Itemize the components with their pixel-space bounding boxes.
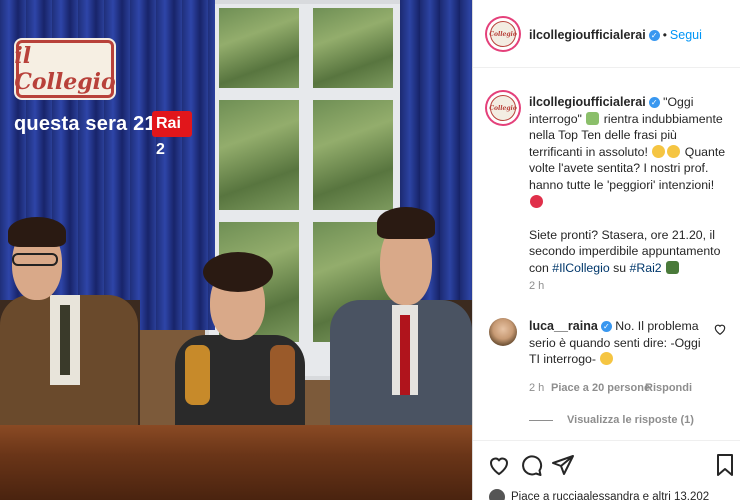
verified-icon: ✓ <box>648 97 660 108</box>
teacher-right <box>330 205 472 435</box>
avatar-logo-icon: Collegio <box>489 95 517 121</box>
scream-emoji-icon <box>652 144 666 158</box>
teacher-center <box>170 250 310 435</box>
post-header: Collegio ilcollegioufficialerai ✓ • Segui <box>473 0 740 68</box>
comment-text: luca__raina ✓ No. Il problema serio è qua… <box>529 319 701 367</box>
post-image[interactable]: il Collegio questa sera 21.20 Rai 2 <box>0 0 472 500</box>
reply-button[interactable]: Rispondi <box>645 382 692 394</box>
comment-icon[interactable] <box>519 453 543 477</box>
caption-time: 2 h <box>529 280 545 292</box>
post-caption: ilcollegioufficialerai ✓ "Oggi interrogo"… <box>529 95 726 275</box>
heart-icon[interactable] <box>487 453 511 477</box>
caption-username[interactable]: ilcollegioufficialerai <box>529 95 646 109</box>
tv-emoji-icon <box>666 260 680 274</box>
devil-emoji-icon <box>530 194 543 208</box>
smirk-emoji-icon <box>600 352 614 366</box>
channel-logo: Rai 2 <box>152 111 192 158</box>
commenter-avatar[interactable] <box>489 318 517 346</box>
avatar-logo-icon: Collegio <box>489 21 517 47</box>
verified-icon: ✓ <box>600 321 612 332</box>
caption-avatar[interactable]: Collegio <box>487 92 519 124</box>
wooden-table <box>0 425 472 500</box>
hashtag-ilcollegio[interactable]: #IlCollegio <box>552 261 609 275</box>
comment-time: 2 h <box>529 382 545 394</box>
teacher-left <box>0 215 140 435</box>
avatar[interactable]: Collegio <box>487 18 519 50</box>
share-icon[interactable] <box>551 453 575 477</box>
fearful-emoji-icon <box>667 144 681 158</box>
bookmark-icon[interactable] <box>713 453 737 477</box>
view-replies[interactable]: Visualizza le risposte (1) <box>529 414 694 426</box>
verified-icon: ✓ <box>648 30 660 41</box>
header-username[interactable]: ilcollegioufficialerai <box>529 28 646 42</box>
post-sidebar: Collegio ilcollegioufficialerai ✓ • Segui C… <box>472 0 740 500</box>
likes-summary[interactable]: Piace a rucciaalessandra e altri 13.202 <box>489 489 709 500</box>
show-logo: il Collegio <box>14 40 116 98</box>
teacher-emoji-icon <box>586 111 600 125</box>
follow-button[interactable]: Segui <box>670 28 702 42</box>
action-bar: Piace a rucciaalessandra e altri 13.202 <box>473 440 740 500</box>
hashtag-rai2[interactable]: #Rai2 <box>630 261 662 275</box>
liker-avatar <box>489 489 505 500</box>
comment-heart-icon[interactable] <box>713 322 727 336</box>
comment-username[interactable]: luca__raina <box>529 319 598 333</box>
comment-likes[interactable]: Piace a 20 persone <box>551 382 650 394</box>
